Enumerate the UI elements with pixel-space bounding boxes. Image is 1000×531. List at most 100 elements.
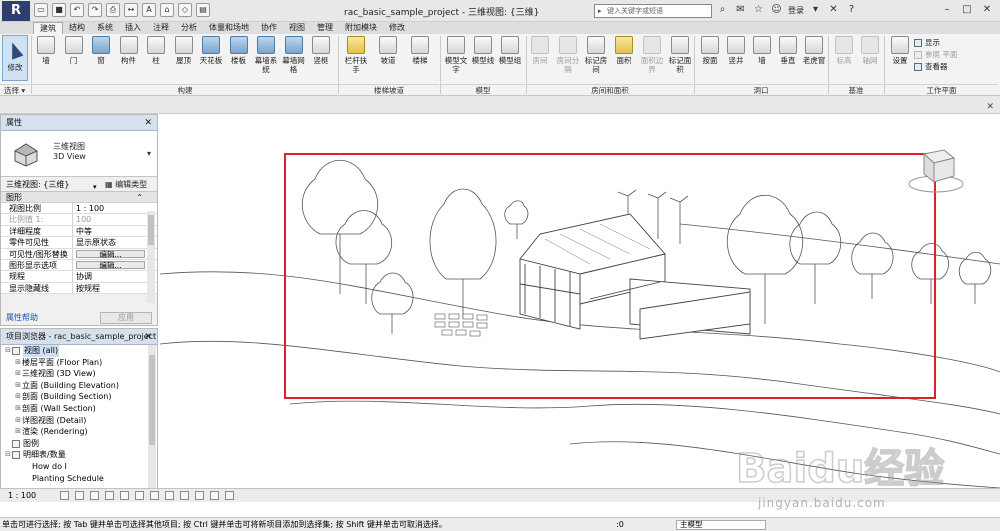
- subscription-icon[interactable]: ✉: [734, 3, 747, 17]
- crop-view-icon[interactable]: [135, 491, 144, 500]
- datum-tool-0[interactable]: 标高: [832, 36, 856, 65]
- property-row[interactable]: 零件可见性 显示原状态: [1, 237, 157, 249]
- help-icon[interactable]: ?: [845, 3, 858, 17]
- tree-item[interactable]: ⊞ 剖面 (Building Section): [1, 391, 157, 403]
- expand-icon[interactable]: ⊞: [14, 368, 22, 380]
- active-model-select[interactable]: 主模型: [676, 520, 766, 530]
- tab-3[interactable]: 插入: [119, 22, 147, 34]
- datum-tool-1[interactable]: 轴网: [858, 36, 882, 65]
- tree-item[interactable]: ⊞ 渲染 (Rendering): [1, 426, 157, 438]
- tree-item[interactable]: ⊞ 剖面 (Wall Section): [1, 403, 157, 415]
- property-row[interactable]: 比例值 1: 100: [1, 214, 157, 226]
- opening-tool-2[interactable]: 墙: [750, 36, 774, 65]
- modify-button[interactable]: 修改: [2, 35, 28, 81]
- edit-button[interactable]: 编辑...: [76, 260, 145, 270]
- build-tool-5[interactable]: 屋顶: [172, 36, 196, 65]
- 3d-view-icon[interactable]: ⌂: [160, 3, 174, 17]
- login-button[interactable]: 登录: [788, 5, 804, 16]
- show-crop-icon[interactable]: [150, 491, 159, 500]
- opening-tool-4[interactable]: 老虎窗: [802, 36, 826, 65]
- opening-tool-3[interactable]: 垂直: [776, 36, 800, 65]
- property-row[interactable]: 可见性/图形替换 编辑...: [1, 248, 157, 260]
- analytical-icon[interactable]: [210, 491, 219, 500]
- property-value[interactable]: 1 : 100: [73, 203, 157, 213]
- model-tool-1[interactable]: 模型线: [471, 36, 495, 65]
- property-row[interactable]: 规程 协调: [1, 271, 157, 283]
- collapse-icon[interactable]: ⌃: [136, 192, 143, 203]
- ref-plane-button[interactable]: 参照 平面: [914, 49, 957, 61]
- edit-button[interactable]: 编辑...: [76, 249, 145, 258]
- close-icon[interactable]: ✕: [978, 2, 996, 18]
- close-icon[interactable]: ✕: [144, 329, 152, 345]
- lock-view-icon[interactable]: [165, 491, 174, 500]
- workplane-tool-0[interactable]: 设置: [888, 36, 912, 65]
- expand-icon[interactable]: ⊟: [4, 345, 12, 357]
- open-icon[interactable]: ▭: [34, 3, 48, 17]
- build-tool-6[interactable]: 天花板: [199, 36, 223, 65]
- stair-tool-1[interactable]: 坡道: [376, 36, 400, 65]
- expand-icon[interactable]: ⊞: [14, 380, 22, 392]
- temporary-hide-icon[interactable]: [180, 491, 189, 500]
- build-tool-2[interactable]: 窗: [89, 36, 113, 65]
- tab-6[interactable]: 体量和场地: [203, 22, 255, 34]
- opening-tool-0[interactable]: 按面: [698, 36, 722, 65]
- stair-tool-2[interactable]: 楼梯: [408, 36, 432, 65]
- room-tool-0[interactable]: 房间: [528, 36, 552, 65]
- property-value[interactable]: 协调: [73, 271, 157, 281]
- build-tool-10[interactable]: 竖梃: [309, 36, 333, 65]
- highlight-displacement-icon[interactable]: [225, 491, 234, 500]
- build-tool-7[interactable]: 楼板: [227, 36, 251, 65]
- properties-scrollbar[interactable]: [147, 211, 155, 303]
- view-scale[interactable]: 1 : 100: [8, 489, 36, 502]
- scroll-thumb[interactable]: [149, 355, 155, 445]
- undo-icon[interactable]: ↶: [70, 3, 84, 17]
- build-tool-0[interactable]: 墙: [34, 36, 58, 65]
- save-icon[interactable]: ■: [52, 3, 66, 17]
- render-icon[interactable]: [120, 491, 129, 500]
- build-tool-9[interactable]: 幕墙网格: [282, 36, 306, 74]
- room-tool-5[interactable]: 标记面积: [668, 36, 692, 74]
- maximize-icon[interactable]: □: [958, 2, 976, 18]
- property-value[interactable]: 100: [73, 214, 157, 224]
- text-icon[interactable]: A: [142, 3, 156, 17]
- chevron-down-icon[interactable]: ▾: [809, 3, 822, 17]
- visual-style-icon[interactable]: [75, 491, 84, 500]
- close-icon[interactable]: ✕: [144, 115, 152, 131]
- property-value[interactable]: 中等: [73, 226, 157, 236]
- reveal-hidden-icon[interactable]: [195, 491, 204, 500]
- tree-item[interactable]: Planting Schedule: [1, 473, 157, 485]
- scroll-thumb[interactable]: [148, 215, 154, 245]
- expand-icon[interactable]: ⊞: [14, 426, 22, 438]
- room-tool-4[interactable]: 面积边界: [640, 36, 664, 74]
- property-row[interactable]: 视图比例 1 : 100: [1, 203, 157, 215]
- property-row[interactable]: 图形显示选项 编辑...: [1, 259, 157, 272]
- expand-icon[interactable]: ⊞: [14, 403, 22, 415]
- user-icon[interactable]: ☺: [770, 3, 783, 17]
- tree-item[interactable]: ⊞ 三维视图 (3D View): [1, 368, 157, 380]
- show-workplane-button[interactable]: 显示: [914, 37, 957, 49]
- shadows-icon[interactable]: [105, 491, 114, 500]
- stair-tool-0[interactable]: 栏杆扶手: [344, 36, 368, 74]
- exchange-icon[interactable]: ✕: [827, 3, 840, 17]
- detail-level-icon[interactable]: [60, 491, 69, 500]
- close-icon[interactable]: ✕: [986, 102, 994, 112]
- chevron-down-icon[interactable]: ▾: [147, 149, 151, 158]
- sun-path-icon[interactable]: [90, 491, 99, 500]
- tree-item[interactable]: ⊟ 视图 (all): [1, 345, 157, 357]
- tree-item[interactable]: ⊞ 详图视图 (Detail): [1, 415, 157, 427]
- expand-icon[interactable]: ⊞: [14, 357, 22, 369]
- type-selector[interactable]: 三维视图 3D View ▾: [1, 131, 157, 177]
- tab-11[interactable]: 修改: [383, 22, 411, 34]
- opening-tool-1[interactable]: 竖井: [724, 36, 748, 65]
- properties-help-link[interactable]: 属性帮助: [6, 313, 38, 322]
- tree-item[interactable]: ⊟ 明细表/数量: [1, 449, 157, 461]
- property-value[interactable]: 显示原状态: [73, 237, 157, 247]
- redo-icon[interactable]: ↷: [88, 3, 102, 17]
- tab-7[interactable]: 协作: [255, 22, 283, 34]
- build-tool-4[interactable]: 柱: [144, 36, 168, 65]
- category-graphics[interactable]: 图形 ⌃: [1, 192, 157, 203]
- tab-8[interactable]: 视图: [283, 22, 311, 34]
- select-dropdown[interactable]: 选择 ▾: [0, 84, 30, 96]
- tree-item[interactable]: How do I: [1, 461, 157, 473]
- room-tool-3[interactable]: 面积: [612, 36, 636, 65]
